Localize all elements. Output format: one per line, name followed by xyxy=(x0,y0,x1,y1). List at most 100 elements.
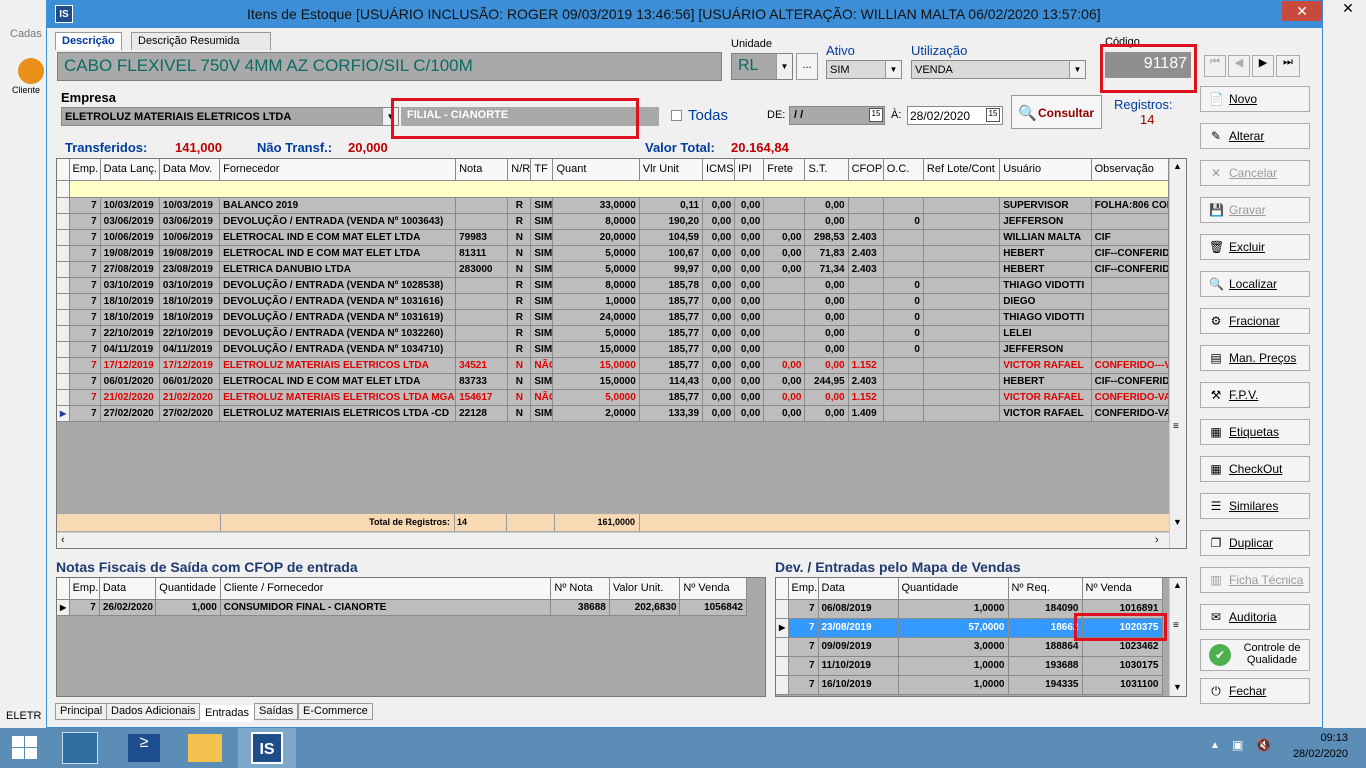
chevron-down-icon[interactable]: ▼ xyxy=(885,61,901,78)
tray-arrow-icon[interactable]: ▲ xyxy=(1210,740,1220,751)
network-icon[interactable]: ▣ xyxy=(1232,738,1243,752)
scroll-grip-icon[interactable]: ≡ xyxy=(1173,421,1179,432)
nf-grid[interactable]: Emp. Data Quantidade Cliente / Fornecedor Nº… xyxy=(56,577,766,697)
table-row[interactable]: 7 22/10/2019 22/10/2019 DEVOLUÇÃO / ENTRADA… xyxy=(57,325,1170,342)
column-header[interactable]: N/R xyxy=(507,159,532,181)
prev-record-icon[interactable]: ◀ xyxy=(1228,55,1250,77)
clock-time[interactable]: 09:13 xyxy=(1300,732,1348,744)
calendar-icon[interactable]: 15 xyxy=(986,108,1000,122)
unidade-more-button[interactable]: ... xyxy=(796,53,818,80)
empresa-select[interactable]: ELETROLUZ MATERIAIS ELETRICOS LTDA ▼ xyxy=(61,107,399,126)
column-header[interactable]: Vlr Unit xyxy=(639,159,704,181)
table-row[interactable]: 7 03/06/2019 03/06/2019 DEVOLUÇÃO / ENTRADA… xyxy=(57,213,1170,230)
volume-muted-icon[interactable]: 🔇 xyxy=(1256,738,1271,752)
side-button-similares[interactable]: ☰ Similares xyxy=(1200,493,1310,519)
last-record-icon[interactable]: ⏭ xyxy=(1276,55,1300,77)
next-record-icon[interactable]: ▶ xyxy=(1252,55,1274,77)
tab-principal[interactable]: Principal xyxy=(55,703,108,720)
calendar-icon[interactable]: 15 xyxy=(869,108,883,122)
column-header[interactable]: Nº Nota xyxy=(550,578,610,600)
tab-descricao[interactable]: Descrição xyxy=(55,32,122,50)
column-header[interactable]: Data xyxy=(818,578,899,600)
column-header[interactable]: Nº Req. xyxy=(1008,578,1083,600)
table-row[interactable]: 7 04/11/2019 04/11/2019 DEVOLUÇÃO / ENTRADA… xyxy=(57,341,1170,358)
dev-vertical-scrollbar[interactable]: ▲ ≡ ▼ xyxy=(1169,578,1186,696)
side-button-fechar[interactable]: ⏻ Fechar xyxy=(1200,678,1310,704)
table-row[interactable]: 7 18/10/2019 18/10/2019 DEVOLUÇÃO / ENTRADA… xyxy=(57,309,1170,326)
powershell-icon[interactable]: ≥ xyxy=(128,734,160,762)
table-row[interactable]: ▶ 7 27/02/2020 27/02/2020 ELETROLUZ MATERIAI… xyxy=(57,405,1170,422)
column-header[interactable]: Quantidade xyxy=(898,578,1009,600)
filter-row[interactable] xyxy=(57,180,1170,198)
column-header[interactable]: ICMS xyxy=(702,159,736,181)
entries-grid[interactable]: Emp. Data Lanç. Data Mov. Fornecedor Nota N/R… xyxy=(56,158,1187,549)
chevron-down-icon[interactable]: ▼ xyxy=(776,54,792,79)
scroll-down-icon[interactable]: ▼ xyxy=(1173,517,1182,527)
table-row[interactable]: 7 16/10/2019 1,0000 194335 1031100 xyxy=(776,675,1163,695)
table-row[interactable]: 7 10/06/2019 10/06/2019 ELETROCAL IND E COM… xyxy=(57,229,1170,246)
side-button-man-pre-os[interactable]: ▤ Man. Preços xyxy=(1200,345,1310,371)
clock-date[interactable]: 28/02/2020 xyxy=(1288,748,1348,760)
column-header[interactable]: CFOP xyxy=(848,159,884,181)
side-button-checkout[interactable]: ▦ CheckOut xyxy=(1200,456,1310,482)
tab-sa-das[interactable]: Saídas xyxy=(254,703,299,720)
side-button-excluir[interactable]: 🗑 Excluir xyxy=(1200,234,1310,260)
table-row[interactable]: 7 11/10/2019 1,0000 193688 1030175 xyxy=(776,656,1163,676)
column-header[interactable]: Ref Lote/Cont xyxy=(923,159,1001,181)
utilizacao-select[interactable]: VENDA ▼ xyxy=(911,60,1086,79)
entries-vertical-scrollbar[interactable]: ▲ ≡ ▼ xyxy=(1169,159,1186,548)
column-header[interactable]: Cliente / Fornecedor xyxy=(220,578,552,600)
column-header[interactable]: IPI xyxy=(734,159,765,181)
windows-start-icon[interactable] xyxy=(12,736,38,760)
side-button-duplicar[interactable]: ❐ Duplicar xyxy=(1200,530,1310,556)
server-manager-icon[interactable] xyxy=(62,732,98,764)
column-header[interactable]: Usuário xyxy=(999,159,1092,181)
table-row[interactable]: 7 21/02/2020 21/02/2020 ELETROLUZ MATERIAIS… xyxy=(57,389,1170,406)
table-row[interactable]: 7 03/10/2019 03/10/2019 DEVOLUÇÃO / ENTRADA… xyxy=(57,277,1170,294)
column-header[interactable]: Data xyxy=(99,578,157,600)
table-row[interactable]: 7 18/10/2019 18/10/2019 DEVOLUÇÃO / ENTRADA… xyxy=(57,293,1170,310)
side-button-alterar[interactable]: ✎ Alterar xyxy=(1200,123,1310,149)
table-row[interactable]: 7 17/12/2019 17/12/2019 ELETROLUZ MATERIAIS… xyxy=(57,357,1170,374)
tab-e-commerce[interactable]: E-Commerce xyxy=(298,703,373,720)
tab-descricao-resumida[interactable]: Descrição Resumida xyxy=(131,32,271,50)
tab-entradas[interactable]: Entradas xyxy=(200,705,255,722)
table-row[interactable]: 7 19/08/2019 19/08/2019 ELETROCAL IND E COM… xyxy=(57,245,1170,262)
column-header[interactable]: Emp. xyxy=(69,159,101,181)
side-button-gravar[interactable]: 💾 Gravar xyxy=(1200,197,1310,223)
column-header[interactable]: Nº Venda xyxy=(679,578,747,600)
table-row[interactable]: 7 10/03/2019 10/03/2019 BALANCO 2019 R SIM 33,… xyxy=(57,197,1170,214)
file-explorer-icon[interactable] xyxy=(188,734,222,762)
todas-checkbox[interactable] xyxy=(671,110,682,121)
taskbar-app-active[interactable]: IS xyxy=(238,728,296,768)
column-header[interactable]: Data Mov. xyxy=(159,159,221,181)
scroll-right-icon[interactable]: › xyxy=(1155,534,1159,546)
side-button-novo[interactable]: 📄 Novo xyxy=(1200,86,1310,112)
chevron-down-icon[interactable]: ▼ xyxy=(1069,61,1085,78)
close-button[interactable]: ✕ xyxy=(1282,1,1322,21)
unidade-field[interactable]: RL ▼ xyxy=(731,53,793,80)
side-button-ficha-t-cnica[interactable]: ▥ Ficha Técnica xyxy=(1200,567,1310,593)
side-button-fracionar[interactable]: ⚙ Fracionar xyxy=(1200,308,1310,334)
side-button-cancelar[interactable]: ✕ Cancelar xyxy=(1200,160,1310,186)
table-row[interactable]: 7 06/01/2020 06/01/2020 ELETROCAL IND E COM… xyxy=(57,373,1170,390)
column-header[interactable]: Data Lanç. xyxy=(100,159,160,181)
side-button-localizar[interactable]: 🔍 Localizar xyxy=(1200,271,1310,297)
side-button-controle-de-qualidade[interactable]: ✔ Controle de Qualidade xyxy=(1200,639,1310,671)
scroll-grip-icon[interactable]: ≡ xyxy=(1173,620,1179,631)
description-field[interactable]: CABO FLEXIVEL 750V 4MM AZ CORFIO/SIL C/1… xyxy=(57,52,722,81)
column-header[interactable]: Quant xyxy=(552,159,640,181)
table-row[interactable]: 7 27/08/2019 23/08/2019 ELETRICA DANUBIO LT… xyxy=(57,261,1170,278)
column-header[interactable]: Valor Unit. xyxy=(609,578,681,600)
column-header[interactable]: Nota xyxy=(455,159,509,181)
column-header[interactable]: Observação xyxy=(1091,159,1170,181)
side-button-f-p-v-[interactable]: ⚒ F.P.V. xyxy=(1200,382,1310,408)
table-row[interactable]: ▶ 7 26/02/2020 1,000 CONSUMIDOR FINAL - CIAN… xyxy=(57,599,747,616)
column-header[interactable]: Emp. xyxy=(788,578,819,600)
side-button-auditoria[interactable]: ✉ Auditoria xyxy=(1200,604,1310,630)
column-header[interactable]: Nº Venda xyxy=(1082,578,1163,600)
scroll-up-icon[interactable]: ▲ xyxy=(1173,161,1182,171)
entries-horizontal-scrollbar[interactable]: ‹ › xyxy=(57,532,1169,548)
column-header[interactable]: Fornecedor xyxy=(219,159,457,181)
scroll-down-icon[interactable]: ▼ xyxy=(1173,682,1182,692)
